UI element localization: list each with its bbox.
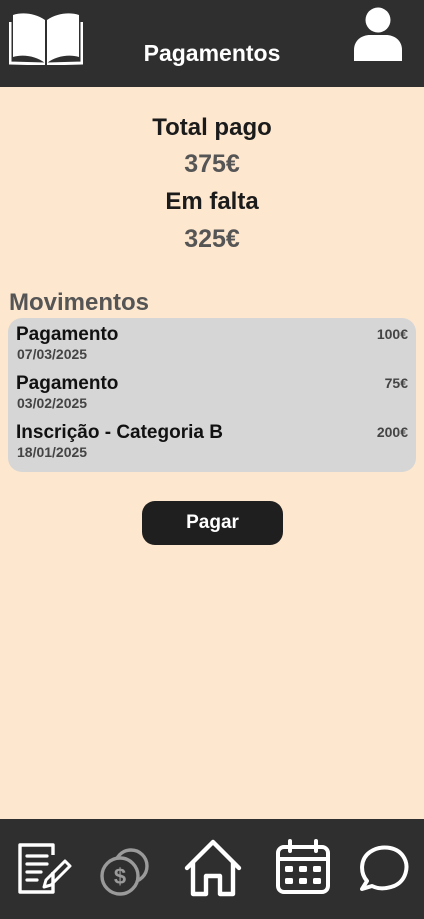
summary-total-paid: 375€ [0,149,424,179]
movement-amount: 200€ [376,424,408,440]
summary-total-paid-label: Total pago [0,113,424,143]
movement-title: Pagamento [16,373,119,394]
total-paid-label: Total pago [152,114,272,141]
nav-item-chat[interactable] [358,819,410,919]
nav-item-payments[interactable]: $ [100,819,152,919]
movement-date: 07/03/2025 [17,346,88,362]
list-item[interactable]: Inscrição - Categoria B 18/01/2025 200€ [8,422,416,466]
total-paid-value: 375€ [184,150,240,178]
home-icon [184,839,242,897]
summary-missing: 325€ [0,224,424,254]
movement-amount: 100€ [376,326,408,342]
calendar-icon [276,839,330,894]
svg-text:$: $ [114,864,126,889]
movement-amount: 75€ [384,375,408,391]
document-edit-icon [18,843,72,894]
movement-title: Pagamento [16,324,119,345]
user-icon[interactable] [352,6,404,62]
movements-list: Pagamento 07/03/2025 100€ Pagamento 03/0… [8,318,416,472]
summary-missing-label: Em falta [0,187,424,217]
movements-title: Movimentos [9,289,150,316]
movement-date: 03/02/2025 [17,395,88,411]
list-item[interactable]: Pagamento 03/02/2025 75€ [8,373,416,417]
top-bar: Pagamentos [0,0,424,87]
missing-value: 325€ [184,225,240,253]
nav-item-home[interactable] [182,819,244,919]
bottom-nav: $ [0,819,424,919]
list-item[interactable]: Pagamento 07/03/2025 100€ [8,324,416,368]
movement-title: Inscrição - Categoria B [16,422,223,443]
nav-item-documents[interactable] [17,819,73,919]
pay-button[interactable]: Pagar [142,501,283,545]
movement-date: 18/01/2025 [17,444,88,460]
coins-icon: $ [100,848,149,896]
missing-label: Em falta [165,188,259,215]
chat-bubble-icon [360,845,409,891]
nav-item-calendar[interactable] [275,819,331,919]
